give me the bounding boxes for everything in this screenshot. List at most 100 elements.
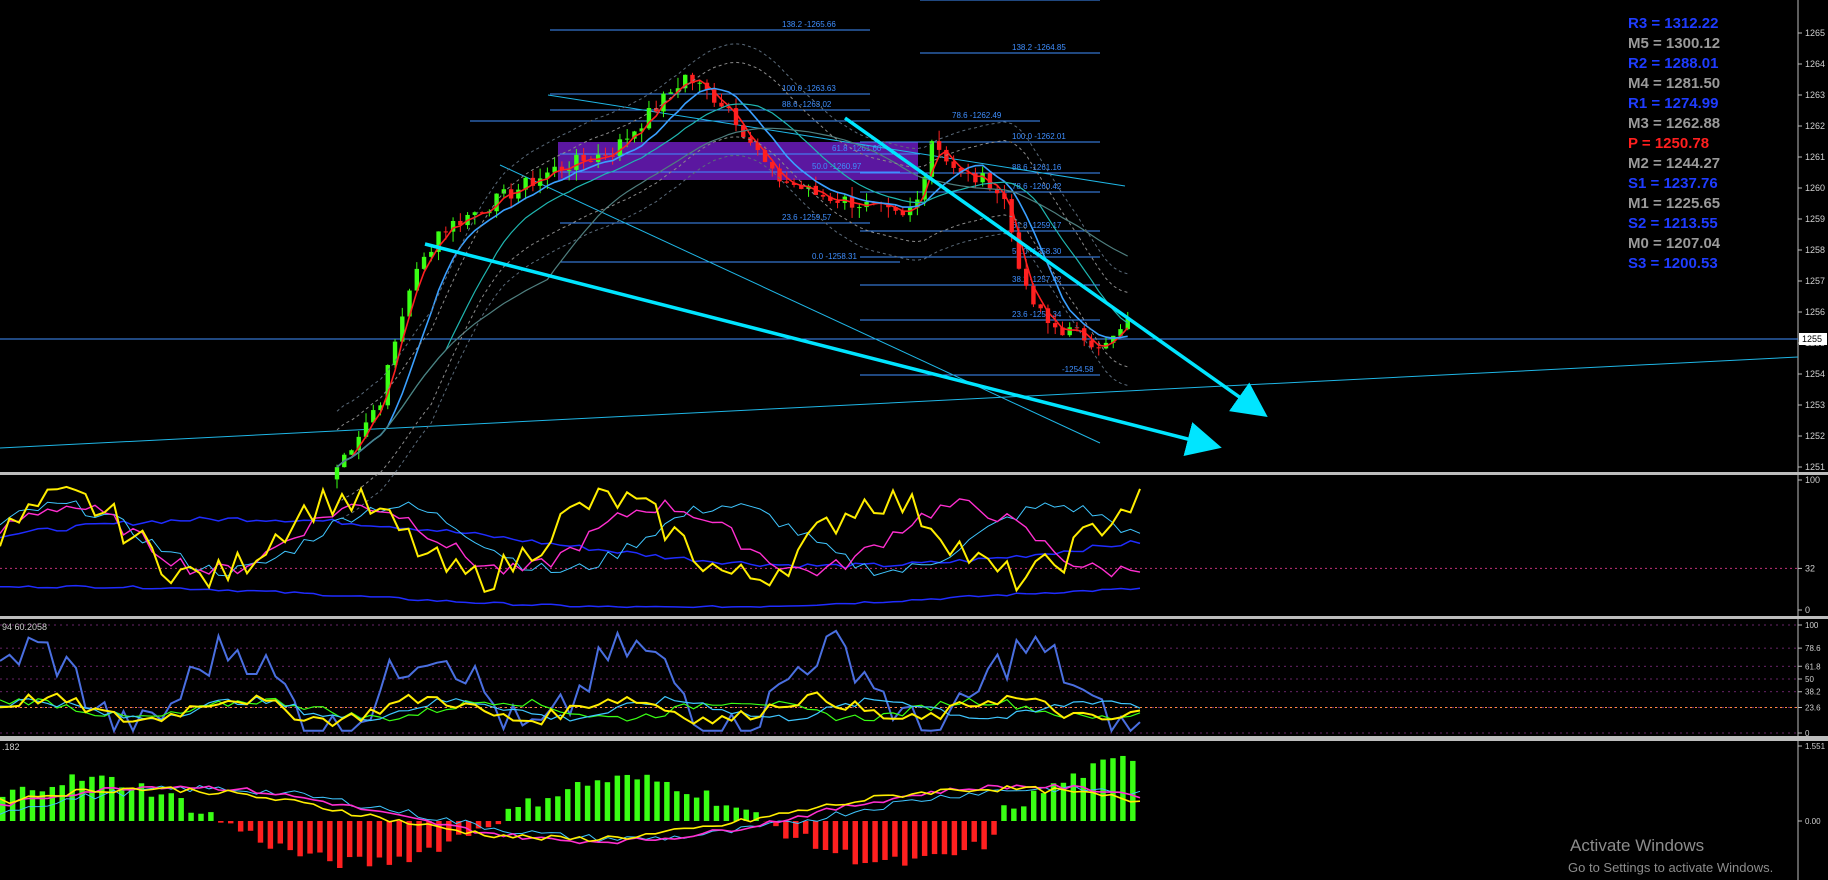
osc1-band-lower	[0, 584, 1141, 609]
hist-bar	[912, 821, 918, 859]
hist-bar	[59, 785, 65, 821]
hist-bar	[822, 821, 829, 850]
hist-bar	[872, 821, 878, 863]
candle-body	[472, 212, 478, 215]
hist-bar	[684, 794, 690, 821]
candle-body	[421, 256, 427, 269]
candle-body	[1053, 323, 1058, 328]
pivot-level: M3 = 1262.88	[1628, 115, 1721, 132]
fib-level-label: 88.6 -1261.16	[1012, 163, 1062, 172]
pivot-level: R2 = 1288.01	[1628, 55, 1719, 72]
hist-bar	[664, 781, 670, 821]
hist-bar	[971, 821, 977, 842]
y-tick-label: 1265	[1805, 28, 1825, 38]
panel-separator	[0, 616, 1828, 619]
hist-tick-label: 1.551	[1805, 742, 1826, 751]
osc2-tick-label: 61.8	[1805, 662, 1821, 671]
hist-bar	[574, 782, 581, 821]
candles	[334, 72, 1130, 489]
y-tick-label: 1256	[1805, 307, 1825, 317]
y-tick-label: 1260	[1805, 183, 1825, 193]
hist-bar	[118, 787, 125, 821]
y-tick-label: 1259	[1805, 214, 1825, 224]
pivot-level: P = 1250.78	[1628, 135, 1710, 152]
hist-header: .182	[2, 742, 20, 752]
activate-windows-title: Activate Windows	[1570, 836, 1705, 855]
hist-bar	[128, 789, 135, 821]
y-tick-label: 1258	[1805, 245, 1825, 255]
hist-bar	[644, 774, 650, 821]
hist-bar	[1110, 758, 1116, 821]
pivot-level: R1 = 1274.99	[1628, 95, 1719, 112]
current-price-label: 1255	[1802, 334, 1822, 344]
hist-bar	[902, 821, 908, 866]
hist-bar	[931, 821, 938, 855]
hist-bar	[337, 821, 343, 868]
hist-bar	[168, 793, 174, 821]
hist-bar	[584, 785, 591, 821]
hist-bar	[99, 775, 105, 821]
hist-bar	[19, 786, 26, 821]
hist-bar	[1011, 808, 1017, 821]
hist-bar	[1001, 805, 1007, 821]
hist-bar	[733, 807, 740, 821]
candle-body	[1023, 268, 1029, 286]
y-tick-label: 1262	[1805, 121, 1825, 131]
hist-bar	[921, 821, 928, 856]
hist-bar	[723, 805, 730, 821]
hist-bar	[237, 821, 244, 832]
y-tick-label: 1253	[1805, 400, 1825, 410]
hist-bar	[297, 821, 303, 857]
hist-bar	[109, 776, 115, 821]
hist-bar	[525, 798, 531, 821]
hist-bar	[624, 774, 630, 821]
pivot-level: R3 = 1312.22	[1628, 15, 1719, 32]
hist-bar	[267, 821, 274, 849]
osc2-tick-label: 38.2	[1805, 688, 1821, 697]
candle-body	[668, 92, 673, 94]
hist-bar	[991, 821, 997, 835]
fib-level-label: 138.2 -1264.85	[1012, 43, 1066, 52]
osc2-tick-label: 23.6	[1805, 704, 1821, 713]
hist-bar	[406, 821, 412, 863]
hist-bar	[693, 797, 700, 821]
hist-bar	[247, 821, 254, 831]
chart-svg: 1265 1264 1263 1262 1261 1260 1259 1258 1257 1256…	[0, 0, 1828, 880]
fib-level-label: 100.0 -1262.01	[1012, 132, 1066, 141]
y-tick-label: 1252	[1805, 431, 1825, 441]
panel-separator	[0, 472, 1828, 475]
hist-bar	[882, 821, 888, 860]
hist-bar	[802, 821, 809, 834]
pivot-level: S3 = 1200.53	[1628, 255, 1718, 272]
hist-bar	[1080, 777, 1086, 821]
osc2-blue	[0, 629, 1141, 734]
pivot-level: M0 = 1207.04	[1628, 235, 1721, 252]
hist-bar	[604, 782, 611, 821]
candle-body	[936, 141, 942, 150]
hist-bar	[396, 821, 402, 857]
candle-body	[443, 231, 449, 233]
candle-body	[603, 154, 608, 156]
osc2-tick-label: 0	[1805, 729, 1810, 738]
hist-bar	[29, 790, 36, 821]
hist-bar	[346, 821, 353, 858]
hist-bar	[1100, 759, 1106, 821]
hist-bar	[783, 821, 789, 839]
fib-level-label: 88.6 -1263.02	[782, 100, 832, 109]
y-tick-label: 1254	[1805, 369, 1825, 379]
y-tick-label: 1251	[1805, 462, 1825, 472]
osc2-header: 94 60.2058	[2, 622, 47, 632]
hist-bar	[614, 775, 621, 821]
fib-level-label: 23.6 -1259.57	[782, 213, 832, 222]
hist-bar	[277, 821, 284, 844]
ma-fast-red	[336, 79, 1129, 468]
hist-bar	[1021, 806, 1027, 821]
hist-bar	[148, 796, 155, 821]
hist-bar	[1130, 760, 1136, 821]
osc1-magenta	[0, 498, 1141, 578]
osc2-tick-label: 50	[1805, 675, 1814, 684]
candle-body	[494, 193, 499, 212]
candle-body	[334, 467, 340, 480]
hist-bar	[892, 821, 898, 857]
candle-body	[624, 138, 630, 140]
